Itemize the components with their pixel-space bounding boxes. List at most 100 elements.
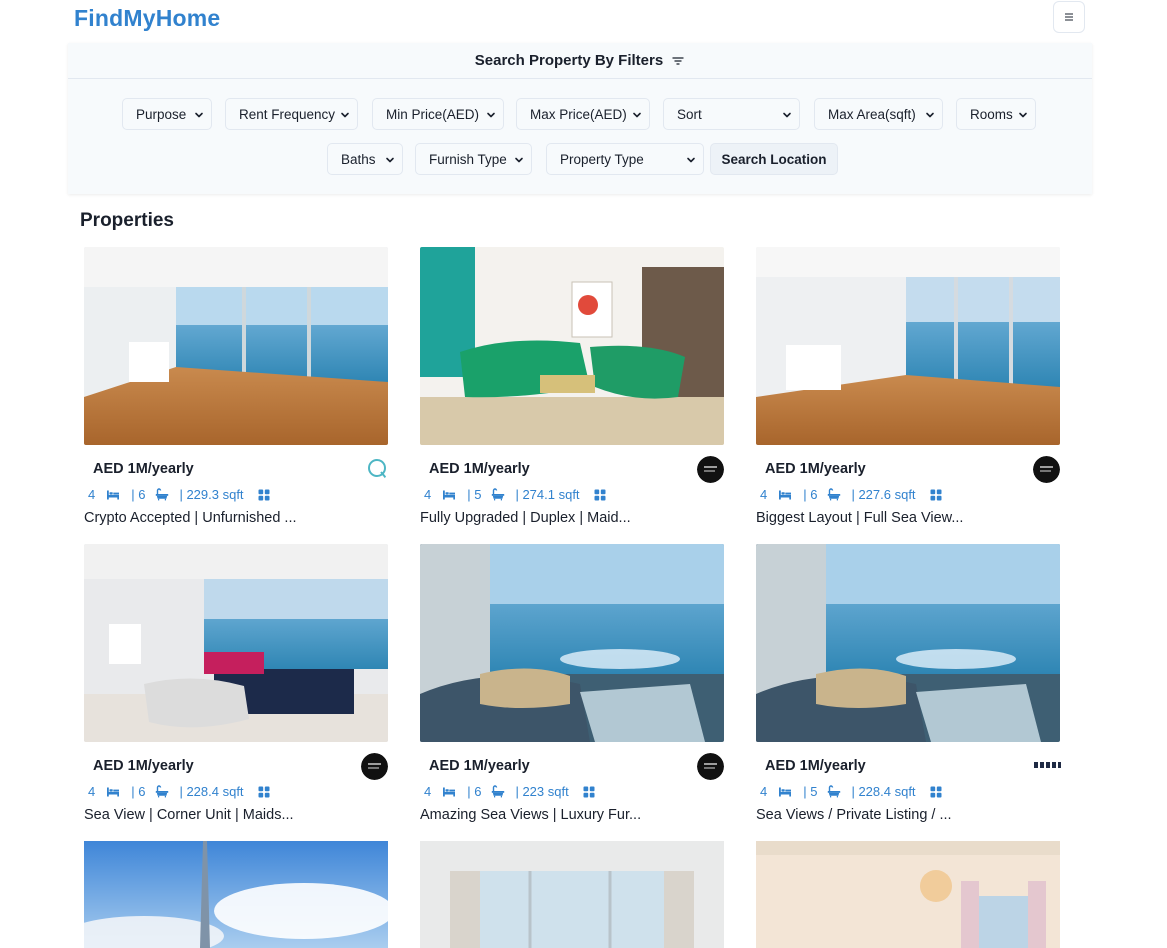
bath-icon	[827, 785, 841, 798]
property-price: AED 1M/yearly	[765, 461, 866, 477]
property-stats: 4 | 5 | 228.4 sqft	[760, 784, 942, 799]
filter-title: Search Property By Filters	[474, 52, 664, 69]
area-grid-icon	[930, 489, 942, 501]
max-area-select[interactable]: Max Area(sqft)	[814, 98, 943, 130]
bed-icon	[778, 786, 792, 798]
chevron-down-icon	[513, 154, 525, 166]
bath-icon	[491, 785, 505, 798]
agency-logo[interactable]	[1033, 758, 1061, 772]
property-price: AED 1M/yearly	[93, 461, 194, 477]
property-image[interactable]	[84, 247, 388, 445]
agency-logo[interactable]	[697, 753, 724, 780]
area-value: | 227.6 sqft	[851, 487, 916, 502]
purpose-select-value: Purpose	[136, 106, 187, 122]
sort-select-value: Sort	[677, 106, 702, 122]
property-title[interactable]: Biggest Layout | Full Sea View...	[756, 510, 963, 526]
area-grid-icon	[258, 786, 270, 798]
filter-icon	[671, 54, 685, 68]
bed-icon	[442, 489, 456, 501]
baths-count: | 6	[131, 487, 146, 502]
property-image[interactable]	[84, 841, 388, 948]
property-card[interactable]: AED 1M/yearly 4 | 6 | 227.6 sqft Biggest…	[756, 247, 1061, 526]
area-grid-icon	[930, 786, 942, 798]
chevron-down-icon	[339, 109, 351, 121]
property-card[interactable]: AED 1M/yearly 4 | 6 | 228.4 sqft Sea Vie…	[84, 544, 389, 823]
property-image[interactable]	[756, 841, 1060, 948]
baths-count: | 6	[803, 487, 818, 502]
area-value: | 274.1 sqft	[515, 487, 580, 502]
rooms-count: 4	[424, 487, 432, 502]
property-image[interactable]	[420, 841, 724, 948]
filter-toggle[interactable]: Search Property By Filters	[68, 43, 1092, 79]
area-value: | 229.3 sqft	[179, 487, 244, 502]
max-area-select-value: Max Area(sqft)	[828, 106, 916, 122]
baths-count: | 6	[467, 784, 482, 799]
min-price-select[interactable]: Min Price(AED)	[372, 98, 504, 130]
property-image[interactable]	[84, 544, 388, 742]
bed-icon	[442, 786, 456, 798]
search-location-button[interactable]: Search Location	[710, 143, 838, 175]
navbar: FindMyHome	[0, 0, 1167, 42]
property-price: AED 1M/yearly	[429, 758, 530, 774]
furnish-type-select-value: Furnish Type	[429, 151, 507, 167]
chevron-down-icon	[924, 109, 936, 121]
area-grid-icon	[583, 786, 595, 798]
property-stats: 4 | 6 | 228.4 sqft	[88, 784, 270, 799]
baths-count: | 6	[131, 784, 146, 799]
property-price: AED 1M/yearly	[765, 758, 866, 774]
area-value: | 228.4 sqft	[179, 784, 244, 799]
property-title[interactable]: Fully Upgraded | Duplex | Maid...	[420, 510, 631, 526]
agency-logo[interactable]	[1033, 456, 1060, 483]
property-card[interactable]: AED 1M/yearly 4 | 6 | 229.3 sqft Crypto …	[84, 247, 389, 526]
max-price-select[interactable]: Max Price(AED)	[516, 98, 650, 130]
property-stats: 4 | 6 | 227.6 sqft	[760, 487, 942, 502]
property-price: AED 1M/yearly	[429, 461, 530, 477]
property-image[interactable]	[420, 544, 724, 742]
bath-icon	[155, 488, 169, 501]
rooms-count: 4	[88, 487, 96, 502]
chevron-down-icon	[485, 109, 497, 121]
rooms-select[interactable]: Rooms	[956, 98, 1036, 130]
agency-logo[interactable]	[361, 753, 388, 780]
max-price-select-value: Max Price(AED)	[530, 106, 627, 122]
chevron-down-icon	[1017, 109, 1029, 121]
furnish-type-select[interactable]: Furnish Type	[415, 143, 532, 175]
agency-logo[interactable]	[697, 456, 724, 483]
property-image[interactable]	[420, 247, 724, 445]
bed-icon	[106, 489, 120, 501]
bath-icon	[827, 488, 841, 501]
property-type-select[interactable]: Property Type	[546, 143, 704, 175]
baths-select-value: Baths	[341, 151, 376, 167]
chevron-down-icon	[631, 109, 643, 121]
property-card[interactable]: AED 1M/yearly 4 | 5 | 274.1 sqft Fully U…	[420, 247, 725, 526]
baths-count: | 5	[467, 487, 482, 502]
filter-panel: Search Property By Filters Purpose Rent …	[68, 43, 1092, 194]
property-stats: 4 | 5 | 274.1 sqft	[424, 487, 606, 502]
purpose-select[interactable]: Purpose	[122, 98, 212, 130]
property-image[interactable]	[756, 544, 1060, 742]
app-logo[interactable]: FindMyHome	[74, 5, 220, 32]
rent-frequency-select[interactable]: Rent Frequency	[225, 98, 358, 130]
rooms-count: 4	[760, 487, 768, 502]
property-title[interactable]: Crypto Accepted | Unfurnished ...	[84, 510, 297, 526]
rooms-count: 4	[760, 784, 768, 799]
chevron-down-icon	[781, 109, 793, 121]
area-grid-icon	[594, 489, 606, 501]
property-title[interactable]: Sea View | Corner Unit | Maids...	[84, 807, 294, 823]
bed-icon	[106, 786, 120, 798]
agency-logo[interactable]	[361, 456, 388, 483]
chevron-down-icon	[193, 109, 205, 121]
property-title[interactable]: Amazing Sea Views | Luxury Fur...	[420, 807, 641, 823]
min-price-select-value: Min Price(AED)	[386, 106, 480, 122]
property-title[interactable]: Sea Views / Private Listing / ...	[756, 807, 952, 823]
property-image[interactable]	[756, 247, 1060, 445]
property-stats: 4 | 6 | 223 sqft	[424, 784, 595, 799]
chevron-down-icon	[384, 154, 396, 166]
bed-icon	[778, 489, 792, 501]
menu-button[interactable]	[1053, 1, 1085, 33]
bath-icon	[155, 785, 169, 798]
property-card[interactable]: AED 1M/yearly 4 | 6 | 223 sqft Amazing S…	[420, 544, 725, 823]
property-card[interactable]: AED 1M/yearly 4 | 5 | 228.4 sqft Sea Vie…	[756, 544, 1061, 823]
sort-select[interactable]: Sort	[663, 98, 800, 130]
baths-select[interactable]: Baths	[327, 143, 403, 175]
